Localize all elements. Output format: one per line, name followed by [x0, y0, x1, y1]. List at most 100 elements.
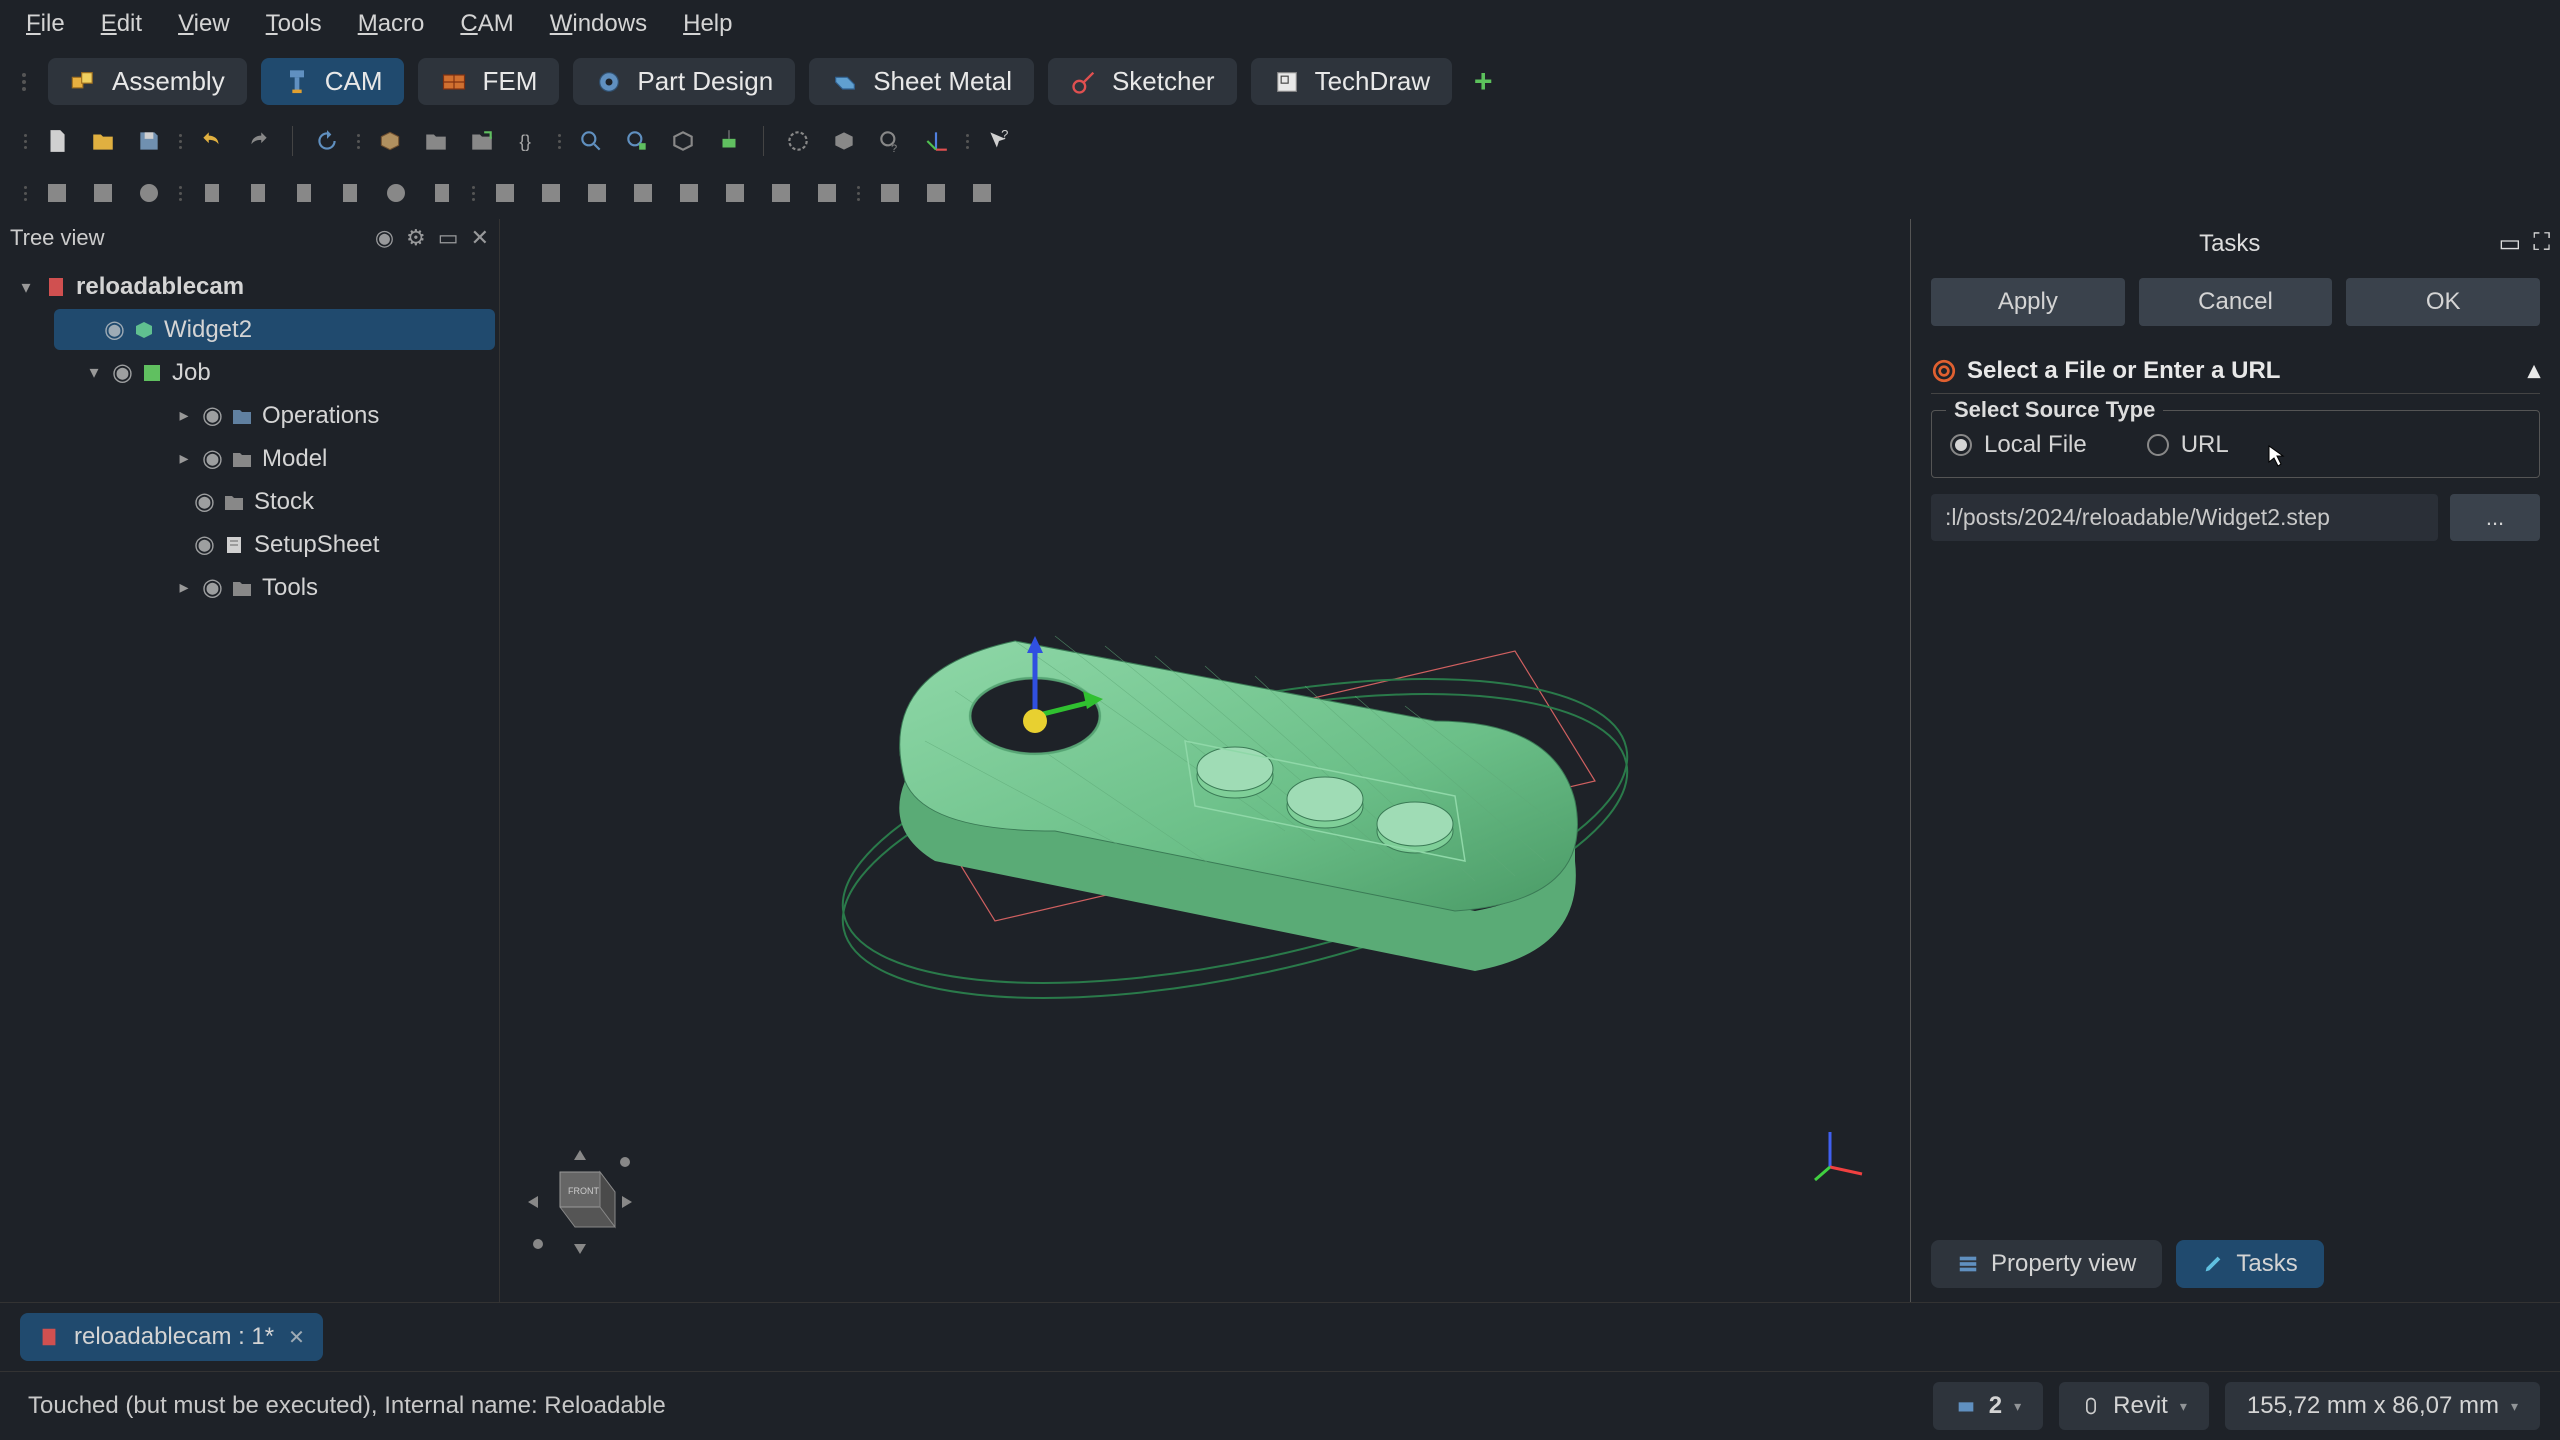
status-layer[interactable]: 2 ▾	[1933, 1382, 2043, 1430]
surface-icon[interactable]	[962, 173, 1002, 213]
status-navstyle[interactable]: Revit ▾	[2059, 1382, 2209, 1430]
tool-4-icon[interactable]	[330, 173, 370, 213]
toolbar-grip-icon[interactable]	[24, 186, 27, 201]
check-geom-icon[interactable]	[129, 173, 169, 213]
toolbar-grip-icon[interactable]	[966, 134, 969, 149]
ok-button[interactable]: OK	[2346, 278, 2540, 326]
link-icon[interactable]	[462, 121, 502, 161]
navigation-cube[interactable]: FRONT	[520, 1142, 640, 1262]
vcarve-icon[interactable]	[870, 173, 910, 213]
chevron-right-icon[interactable]: ▸	[174, 406, 194, 426]
whats-this-icon[interactable]: ?	[979, 121, 1019, 161]
face-mill-icon[interactable]	[623, 173, 663, 213]
profile-icon[interactable]	[485, 173, 525, 213]
restore-icon[interactable]: ▭	[438, 225, 459, 251]
menu-view[interactable]: View	[160, 4, 248, 44]
bounding-box-icon[interactable]	[709, 121, 749, 161]
tree-item-setupsheet[interactable]: ◉ SetupSheet	[94, 524, 495, 565]
tab-property-view[interactable]: Property view	[1931, 1240, 2162, 1288]
axis-icon[interactable]	[916, 121, 956, 161]
3d-viewport[interactable]: FRONT	[500, 219, 1910, 1302]
eye-icon[interactable]: ◉	[202, 444, 222, 473]
chevron-right-icon[interactable]: ▸	[174, 449, 194, 469]
adaptive-icon[interactable]	[715, 173, 755, 213]
workbench-sketcher[interactable]: Sketcher	[1048, 58, 1237, 105]
refresh-icon[interactable]	[307, 121, 347, 161]
workbench-assembly[interactable]: Assembly	[48, 58, 247, 105]
helix-icon[interactable]	[669, 173, 709, 213]
tree-item-document[interactable]: ▾ reloadablecam	[4, 267, 495, 307]
chevron-down-icon[interactable]: ▾	[16, 277, 36, 297]
menu-cam[interactable]: CAM	[442, 4, 531, 44]
measure-icon[interactable]	[778, 121, 818, 161]
menu-windows[interactable]: Windows	[532, 4, 665, 44]
document-tab[interactable]: reloadablecam : 1* ✕	[20, 1313, 323, 1361]
chevron-right-icon[interactable]: ▸	[174, 578, 194, 598]
workbench-partdesign[interactable]: Part Design	[573, 58, 795, 105]
save-file-icon[interactable]	[129, 121, 169, 161]
draw-style-icon[interactable]	[663, 121, 703, 161]
toolbar-grip-icon[interactable]	[179, 186, 182, 201]
status-dimensions[interactable]: 155,72 mm x 86,07 mm ▾	[2225, 1382, 2540, 1430]
tree-item-operations[interactable]: ▸ ◉ Operations	[74, 395, 495, 436]
view-cube-icon[interactable]	[824, 121, 864, 161]
eye-icon[interactable]: ◉	[112, 358, 132, 387]
menu-macro[interactable]: Macro	[340, 4, 443, 44]
eye-icon[interactable]: ◉	[202, 401, 222, 430]
file-path-input[interactable]: :l/posts/2024/reloadable/Widget2.step	[1931, 494, 2438, 541]
chevron-up-icon[interactable]: ▴	[2528, 356, 2540, 385]
varset-icon[interactable]: {}	[508, 121, 548, 161]
tool-5-icon[interactable]	[376, 173, 416, 213]
chevron-down-icon[interactable]: ▾	[84, 363, 104, 383]
pocket-icon[interactable]	[531, 173, 571, 213]
toolbar-grip-icon[interactable]	[179, 134, 182, 149]
restore-icon[interactable]: ▭	[2499, 229, 2522, 258]
slot-icon[interactable]	[761, 173, 801, 213]
tab-tasks[interactable]: Tasks	[2176, 1240, 2323, 1288]
tree-item-model[interactable]: ▸ ◉ Model	[74, 438, 495, 479]
menu-edit[interactable]: Edit	[83, 4, 160, 44]
toolbar-grip-icon[interactable]	[472, 186, 475, 201]
toolbar-grip-icon[interactable]	[558, 134, 561, 149]
workbench-fem[interactable]: FEM	[418, 58, 559, 105]
tool-3-icon[interactable]	[284, 173, 324, 213]
new-file-icon[interactable]	[37, 121, 77, 161]
radio-url[interactable]: URL	[2147, 431, 2229, 459]
apply-button[interactable]: Apply	[1931, 278, 2125, 326]
eye-icon[interactable]: ◉	[194, 487, 214, 516]
box-icon[interactable]	[370, 121, 410, 161]
toolbar-grip-icon[interactable]	[857, 186, 860, 201]
workbench-techdraw[interactable]: TechDraw	[1251, 58, 1453, 105]
workbench-cam[interactable]: CAM	[261, 58, 405, 105]
tree-item-stock[interactable]: ◉ Stock	[94, 481, 495, 522]
open-file-icon[interactable]	[83, 121, 123, 161]
undo-icon[interactable]	[192, 121, 232, 161]
zoom-select-icon[interactable]	[617, 121, 657, 161]
toolbar-grip-icon[interactable]	[24, 134, 27, 149]
tool-6-icon[interactable]	[422, 173, 462, 213]
tree-item-widget2[interactable]: ◉ Widget2	[54, 309, 495, 350]
menu-file[interactable]: File	[8, 4, 83, 44]
expand-icon[interactable]: ⛶	[2533, 229, 2550, 258]
task-section-header[interactable]: Select a File or Enter a URL ▴	[1931, 348, 2540, 394]
browse-button[interactable]: ...	[2450, 494, 2540, 541]
close-icon[interactable]: ✕	[471, 225, 489, 251]
zoom-fit-icon[interactable]	[571, 121, 611, 161]
eye-icon[interactable]: ◉	[375, 225, 394, 251]
tree-item-tools[interactable]: ▸ ◉ Tools	[74, 567, 495, 608]
post-process-icon[interactable]	[83, 173, 123, 213]
drill-icon[interactable]	[577, 173, 617, 213]
deburr-icon[interactable]	[916, 173, 956, 213]
toolbar-grip-icon[interactable]	[357, 134, 360, 149]
cancel-button[interactable]: Cancel	[2139, 278, 2333, 326]
eye-icon[interactable]: ◉	[104, 315, 124, 344]
measure-dist-icon[interactable]: ?	[870, 121, 910, 161]
eye-icon[interactable]: ◉	[194, 530, 214, 559]
tool-2-icon[interactable]	[238, 173, 278, 213]
radio-local-file[interactable]: Local File	[1950, 431, 2087, 459]
tool-1-icon[interactable]	[192, 173, 232, 213]
toolbar-grip-icon[interactable]	[20, 73, 28, 91]
tree-item-job[interactable]: ▾ ◉ Job	[34, 352, 495, 393]
menu-tools[interactable]: Tools	[248, 4, 340, 44]
menu-help[interactable]: Help	[665, 4, 750, 44]
